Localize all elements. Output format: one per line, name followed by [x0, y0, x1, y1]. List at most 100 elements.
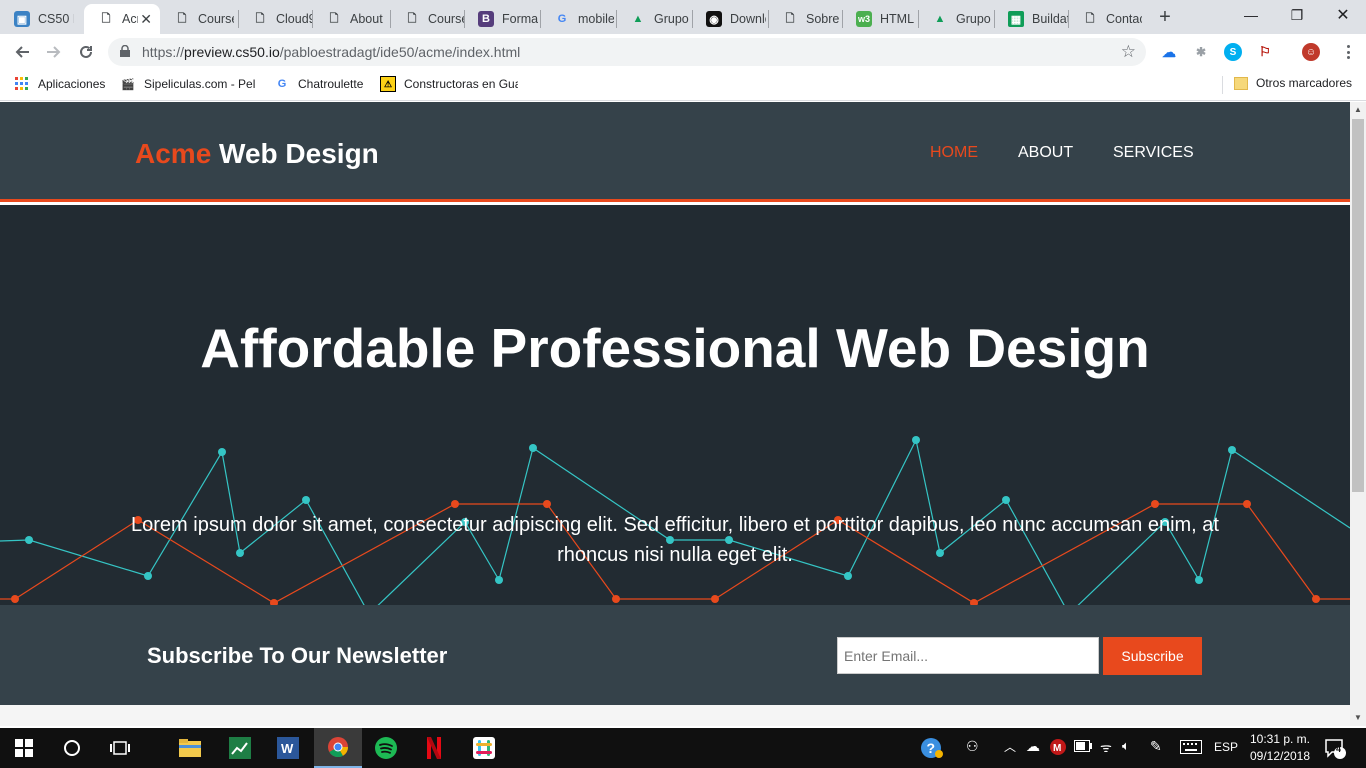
bookmark-sipeliculas[interactable]: 🎬 Sipeliculas.com - Pelí	[120, 76, 256, 92]
chevron-up-icon[interactable]: ︿	[1004, 738, 1016, 755]
nav-about[interactable]: ABOUT	[1018, 144, 1073, 162]
action-center-icon	[1325, 739, 1346, 759]
onedrive-tray-icon[interactable]: ☁	[1026, 738, 1040, 755]
reload-button[interactable]	[74, 40, 98, 64]
bookmark-star-icon[interactable]: ☆	[1121, 42, 1136, 62]
keyboard-icon[interactable]	[1180, 740, 1202, 757]
windows-taskbar: W ? ⚇ ︿ ☁ M ᯤ 🔈︎ ✎ ESP 10:31 p. m. 09/12…	[0, 728, 1366, 768]
file-explorer-button[interactable]	[166, 728, 214, 768]
film-icon: 🎬	[121, 78, 135, 91]
new-tab-button[interactable]: +	[1155, 6, 1175, 29]
tab-download[interactable]: ◉ Download	[692, 4, 768, 34]
page-scrollbar[interactable]: ▲ ▼	[1350, 102, 1366, 726]
chrome-button[interactable]	[314, 728, 362, 768]
reload-icon	[80, 45, 92, 58]
extension-icon[interactable]: ✱	[1192, 43, 1210, 61]
spotify-button[interactable]	[362, 728, 410, 768]
help-icon[interactable]: ?	[920, 737, 944, 762]
cs50-icon: ▣	[14, 11, 30, 27]
tab-acme[interactable]: 🗋 Acme ✕	[84, 4, 160, 34]
volume-icon[interactable]: 🔈︎	[1122, 738, 1130, 754]
bookmark-constructoras[interactable]: ⚠ Constructoras en Gua	[380, 76, 518, 92]
tab-strip: ▣ CS50 IDE 🗋 Acme ✕ 🗋 Courses 🗋 Cloud9 🗋…	[0, 0, 1366, 34]
tab-courses-2[interactable]: 🗋 Courses	[390, 4, 464, 34]
bookmark-apps[interactable]: Aplicaciones	[14, 76, 105, 92]
forward-arrow-icon	[47, 46, 61, 58]
onedrive-icon[interactable]: ☁	[1160, 43, 1178, 61]
pen-icon[interactable]: ✎	[1150, 738, 1162, 755]
menu-kebab-icon[interactable]	[1340, 43, 1356, 61]
people-icon[interactable]: ⚇	[966, 738, 979, 755]
spotify-icon	[375, 737, 397, 759]
task-view-button[interactable]	[96, 728, 144, 768]
nav-home[interactable]: HOME	[930, 144, 978, 162]
tab-cloud9[interactable]: 🗋 Cloud9	[238, 4, 312, 34]
bookmarks-separator	[1222, 76, 1223, 94]
tab-courses[interactable]: 🗋 Courses	[160, 4, 238, 34]
cortana-button[interactable]	[48, 728, 96, 768]
tab-grupo-2[interactable]: ▲ Grupo	[918, 4, 994, 34]
wifi-icon[interactable]: ᯤ	[1100, 738, 1112, 756]
clock-date: 09/12/2018	[1249, 749, 1311, 763]
tab-mobile[interactable]: G mobile	[540, 4, 616, 34]
tab-format[interactable]: B Format	[464, 4, 540, 34]
tab-html[interactable]: w3 HTML	[842, 4, 918, 34]
email-input[interactable]	[837, 637, 1099, 674]
web-page: Acme Web Design HOME ABOUT SERVICES Affo…	[0, 102, 1350, 726]
page-icon: 🗋	[407, 12, 417, 25]
skype-icon[interactable]: S	[1224, 43, 1242, 61]
chrome-icon	[328, 737, 349, 758]
task-view-icon	[110, 741, 130, 755]
battery-icon[interactable]	[1074, 740, 1092, 755]
slack-icon	[473, 737, 495, 759]
tab-sobre[interactable]: 🗋 Sobre	[768, 4, 842, 34]
language-indicator[interactable]: ESP	[1214, 740, 1238, 754]
back-arrow-icon	[15, 46, 29, 58]
clock[interactable]: 10:31 p. m. 09/12/2018	[1240, 731, 1320, 765]
netflix-icon	[427, 737, 441, 759]
word-icon: W	[277, 737, 299, 759]
tab-cs50-ide[interactable]: ▣ CS50 IDE	[0, 4, 84, 34]
address-bar[interactable]: https://preview.cs50.io/pabloestradagt/i…	[108, 38, 1146, 66]
slack-button[interactable]	[460, 728, 508, 768]
minimize-button[interactable]: —	[1228, 0, 1274, 30]
forward-button[interactable]	[42, 40, 66, 64]
tab-contact[interactable]: 🗋 Contact	[1068, 4, 1144, 34]
notifications-button[interactable]: 4	[1324, 737, 1346, 762]
scroll-up-arrow-icon[interactable]: ▲	[1350, 102, 1366, 118]
money-app-button[interactable]	[216, 728, 264, 768]
bookmark-other[interactable]: Otros marcadores	[1234, 76, 1352, 90]
mcafee-icon[interactable]: M	[1050, 739, 1066, 758]
tab-about[interactable]: 🗋 About	[312, 4, 390, 34]
start-button[interactable]	[0, 728, 48, 768]
nav-services[interactable]: SERVICES	[1113, 144, 1194, 162]
folder-icon	[1234, 76, 1248, 90]
pdf-icon[interactable]: ⚐	[1256, 43, 1274, 61]
chart-app-icon	[229, 737, 251, 759]
page-icon: 🗋	[329, 12, 339, 25]
svg-text:M: M	[1053, 743, 1061, 754]
search-circle-icon	[64, 740, 80, 756]
bookmark-chatroulette[interactable]: G Chatroulette	[274, 76, 364, 92]
subscribe-button[interactable]: Subscribe	[1103, 637, 1202, 675]
newsletter-title: Subscribe To Our Newsletter	[147, 643, 448, 668]
clock-time: 10:31 p. m.	[1249, 732, 1311, 746]
profile-avatar[interactable]: ☺	[1302, 43, 1320, 61]
page-icon: 🗋	[177, 12, 187, 25]
back-button[interactable]	[10, 40, 34, 64]
tab-buildathon[interactable]: ▦ Buildathon	[994, 4, 1068, 34]
site-logo[interactable]: Acme Web Design	[135, 138, 379, 170]
scroll-down-arrow-icon[interactable]: ▼	[1350, 710, 1366, 726]
close-window-button[interactable]: ✕	[1320, 0, 1366, 30]
apps-grid-icon	[14, 76, 30, 92]
google-icon: G	[277, 78, 287, 90]
windows-logo-icon	[15, 739, 33, 757]
tab-grupo[interactable]: ▲ Grupo	[616, 4, 692, 34]
maximize-button[interactable]: ❐	[1274, 0, 1320, 30]
showcase-section: Affordable Professional Web Design Lorem…	[0, 205, 1350, 605]
word-button[interactable]: W	[264, 728, 312, 768]
scrollbar-thumb[interactable]	[1352, 119, 1364, 492]
netflix-button[interactable]	[410, 728, 458, 768]
sheets-icon: ▦	[1008, 11, 1024, 27]
close-tab-icon[interactable]: ✕	[140, 11, 152, 28]
